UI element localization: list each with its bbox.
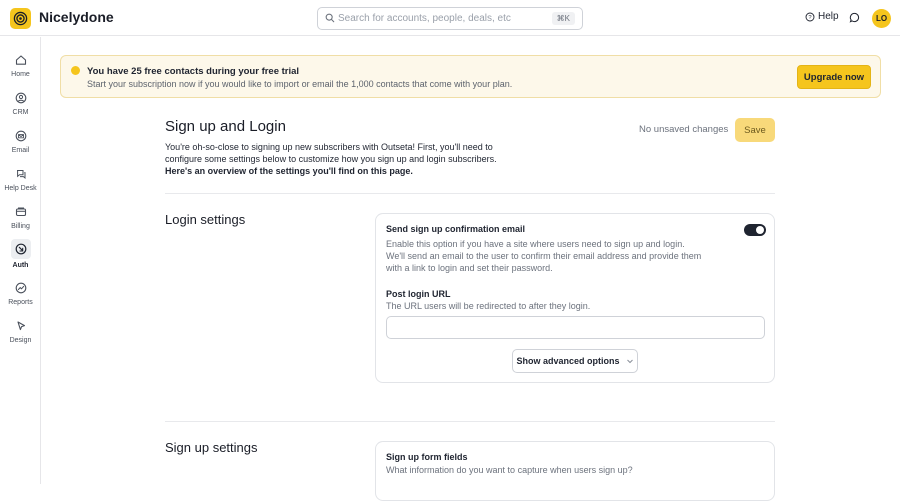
sidebar-item-help-desk[interactable]: Help Desk	[0, 165, 41, 199]
search-bar[interactable]: Search for accounts, people, deals, etc …	[317, 7, 583, 30]
section-divider	[165, 421, 775, 422]
login-settings-card: Send sign up confirmation email Enable t…	[375, 213, 775, 383]
chat-icon[interactable]	[849, 12, 860, 23]
post-login-url-input[interactable]	[386, 316, 765, 339]
signup-form-fields-description: What information do you want to capture …	[386, 465, 633, 475]
section-divider	[165, 193, 775, 194]
toggle-knob	[756, 226, 764, 234]
sidebar-item-label: Design	[9, 337, 32, 344]
search-shortcut-badge: ⌘K	[551, 12, 575, 25]
show-advanced-options-label: Show advanced options	[516, 356, 620, 366]
save-button[interactable]: Save	[735, 118, 775, 142]
help-desk-icon	[12, 165, 29, 182]
sidebar-item-label: Billing	[11, 223, 30, 230]
top-bar: Nicelydone Search for accounts, people, …	[0, 0, 900, 36]
show-advanced-options-button[interactable]: Show advanced options	[512, 349, 638, 373]
home-icon	[12, 51, 29, 68]
sidebar-item-label: CRM	[12, 109, 29, 116]
sidebar-item-design[interactable]: Design	[0, 317, 41, 351]
login-settings-title: Login settings	[165, 212, 246, 227]
confirm-email-toggle[interactable]	[744, 224, 766, 236]
help-button[interactable]: ? Help	[805, 11, 839, 22]
auth-icon	[10, 239, 31, 259]
sidebar-item-billing[interactable]: Billing	[0, 203, 41, 237]
page-intro: You're oh-so-close to signing up new sub…	[165, 141, 525, 177]
confirm-email-label: Send sign up confirmation email	[386, 224, 526, 234]
signup-form-fields-label: Sign up form fields	[386, 452, 468, 462]
logo-icon	[13, 11, 28, 26]
sidebar-item-label: Auth	[12, 262, 29, 269]
page-title: Sign up and Login	[165, 118, 286, 135]
reports-icon	[12, 279, 29, 296]
post-login-url-description: The URL users will be redirected to afte…	[386, 301, 591, 311]
sidebar-item-home[interactable]: Home	[0, 51, 41, 85]
sidebar-item-label: Help Desk	[4, 185, 37, 192]
upgrade-now-button[interactable]: Upgrade now	[797, 65, 871, 89]
help-label: Help	[818, 11, 839, 22]
help-icon: ?	[805, 12, 815, 21]
chevron-down-icon	[626, 359, 633, 364]
search-input[interactable]: Search for accounts, people, deals, etc	[338, 13, 511, 24]
sidebar-item-label: Email	[11, 147, 30, 154]
trial-banner: You have 25 free contacts during your fr…	[60, 55, 881, 98]
search-icon	[325, 13, 335, 23]
page-intro-bold: Here's an overview of the settings you'l…	[165, 166, 413, 176]
confirm-email-description: Enable this option if you have a site wh…	[386, 239, 702, 273]
sidebar-item-label: Home	[11, 71, 30, 78]
sidebar-item-auth[interactable]: Auth	[0, 239, 41, 273]
crm-icon	[12, 89, 29, 106]
email-icon	[12, 127, 29, 144]
sidebar: Home CRM Email Help Desk Billing Auth Re…	[0, 37, 41, 484]
billing-icon	[12, 203, 29, 220]
avatar[interactable]: LO	[872, 9, 891, 28]
signup-settings-card: Sign up form fields What information do …	[375, 441, 775, 501]
signup-settings-title: Sign up settings	[165, 440, 258, 455]
sidebar-item-email[interactable]: Email	[0, 127, 41, 161]
banner-title: You have 25 free contacts during your fr…	[87, 66, 300, 77]
sidebar-item-crm[interactable]: CRM	[0, 89, 41, 123]
banner-text: Start your subscription now if you would…	[87, 79, 513, 89]
sidebar-item-label: Reports	[8, 299, 33, 306]
page-intro-text: You're oh-so-close to signing up new sub…	[165, 142, 497, 164]
post-login-url-label: Post login URL	[386, 289, 451, 299]
sidebar-item-reports[interactable]: Reports	[0, 279, 41, 313]
logo[interactable]	[10, 8, 31, 29]
design-icon	[12, 317, 29, 334]
warning-dot-icon	[71, 66, 80, 75]
unsaved-status: No unsaved changes	[639, 124, 729, 135]
brand-name: Nicelydone	[39, 9, 114, 25]
